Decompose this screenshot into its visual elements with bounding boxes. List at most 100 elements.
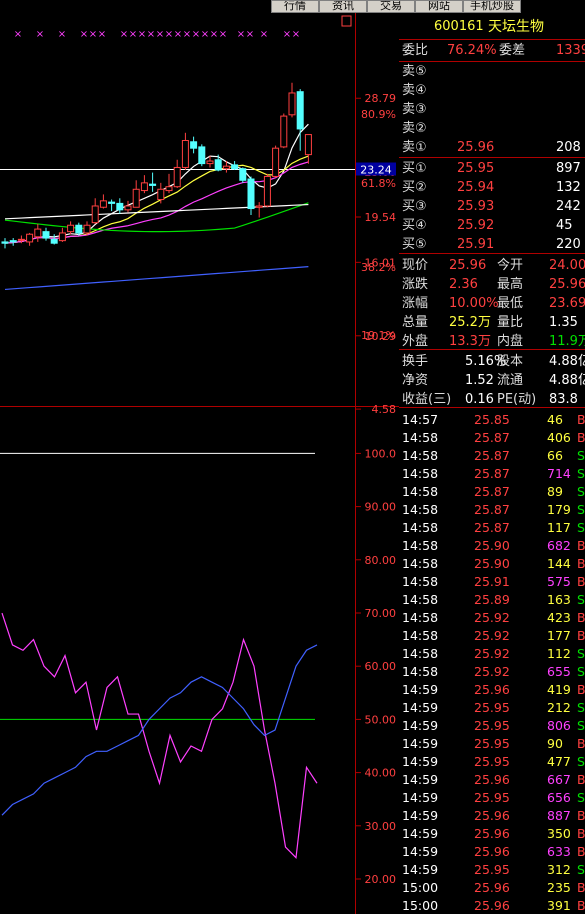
candle-body xyxy=(149,183,157,186)
stock-code: 600161 xyxy=(434,19,484,34)
candle xyxy=(272,145,280,178)
sell-level: 卖① 25.96 208 xyxy=(399,139,585,157)
sell-level-volume: 208 xyxy=(556,140,581,155)
buy-level-price: 25.95 xyxy=(457,161,495,176)
signal-marker: × xyxy=(165,29,173,40)
tick-volume: 46 xyxy=(547,412,563,427)
candle xyxy=(173,159,181,188)
tick-side: B xyxy=(577,628,585,643)
tick-volume: 177 xyxy=(547,628,571,643)
fib-percent-label: 38.2% xyxy=(361,261,396,274)
candle-body xyxy=(198,146,206,165)
candle-body xyxy=(181,139,189,168)
tick-time: 14:58 xyxy=(402,592,439,607)
tick-price: 25.87 xyxy=(474,430,510,445)
tick-side: B xyxy=(577,556,585,571)
tick-row: 14:59 25.95 312 S xyxy=(399,861,585,879)
tick-side: B xyxy=(577,880,585,895)
tick-time: 14:58 xyxy=(402,502,439,517)
indicator-tick-label: 40.00 xyxy=(365,767,397,780)
tick-row: 14:59 25.95 477 S xyxy=(399,753,585,771)
tick-row: 14:58 25.87 66 S xyxy=(399,447,585,465)
tab-market[interactable]: 行情 xyxy=(271,0,319,13)
indicator-tick-label: 50.00 xyxy=(365,713,397,726)
quote-label: 今开 xyxy=(497,258,524,273)
sell-level: 卖④ xyxy=(399,82,585,100)
tick-volume: 575 xyxy=(547,574,571,589)
tick-time: 14:58 xyxy=(402,430,439,445)
tick-time: 14:59 xyxy=(402,826,439,841)
tick-row: 14:59 25.95 806 S xyxy=(399,717,585,735)
tick-price: 25.87 xyxy=(474,448,510,463)
tick-row: 14:58 25.91 575 B xyxy=(399,573,585,591)
sell-level-label: 卖③ xyxy=(402,102,427,117)
top-tab-bar: 行情 资讯 交易 网站 手机炒股 xyxy=(0,0,585,13)
sell-level-price: 25.96 xyxy=(457,140,495,155)
tab-website[interactable]: 网站 xyxy=(415,0,463,13)
signal-marker: × xyxy=(283,29,291,40)
buy-level: 买① 25.95 897 xyxy=(399,160,585,178)
tick-price: 25.95 xyxy=(474,718,510,733)
corner-box xyxy=(341,15,352,27)
tick-time: 14:58 xyxy=(402,520,439,535)
tick-row: 15:00 25.96 391 B xyxy=(399,897,585,914)
tick-volume: 477 xyxy=(547,754,571,769)
tick-side: S xyxy=(577,484,585,499)
tick-row: 14:58 25.87 117 S xyxy=(399,519,585,537)
fundamental-value: 4.88亿 xyxy=(549,373,585,388)
signal-marker: × xyxy=(183,29,191,40)
candle-body xyxy=(1,241,9,244)
candle-body xyxy=(296,91,304,130)
candle-body xyxy=(190,141,198,149)
candle xyxy=(116,198,124,214)
chart-area[interactable]: 28.7923.0619.5416.0110.294.5880.9%61.8%3… xyxy=(0,13,399,914)
tick-side: S xyxy=(577,502,585,517)
candle-body xyxy=(157,188,165,201)
candle-body xyxy=(75,224,83,234)
indicator-tick-label: 90.00 xyxy=(365,501,397,514)
tick-row: 14:59 25.95 212 S xyxy=(399,699,585,717)
tab-mobile[interactable]: 手机炒股 xyxy=(463,0,521,13)
tick-price: 25.95 xyxy=(474,754,510,769)
tick-price: 25.96 xyxy=(474,682,510,697)
quote-value: 25.96 xyxy=(549,277,585,292)
buy-level-price: 25.92 xyxy=(457,218,495,233)
tab-trade[interactable]: 交易 xyxy=(367,0,415,13)
tick-row: 14:58 25.90 682 B xyxy=(399,537,585,555)
tick-volume: 423 xyxy=(547,610,571,625)
candle xyxy=(181,132,189,171)
tick-row: 14:57 25.85 46 B xyxy=(399,411,585,429)
tick-row: 14:58 25.89 163 S xyxy=(399,591,585,609)
tick-row: 14:59 25.96 350 B xyxy=(399,825,585,843)
tab-news[interactable]: 资讯 xyxy=(319,0,367,13)
tick-price: 25.96 xyxy=(474,898,510,913)
tick-row: 14:59 25.96 633 B xyxy=(399,843,585,861)
candle-body xyxy=(26,233,34,243)
tick-volume: 406 xyxy=(547,430,571,445)
signal-marker: × xyxy=(210,29,218,40)
quote-row: 总量 25.2万 量比 1.35 xyxy=(399,314,585,332)
tick-volume: 391 xyxy=(547,898,571,913)
tick-side: B xyxy=(577,808,585,823)
tick-price: 25.96 xyxy=(474,826,510,841)
tick-row: 14:58 25.87 406 B xyxy=(399,429,585,447)
price-tick-label: 4.58 xyxy=(372,403,397,416)
quote-label: 总量 xyxy=(402,315,429,330)
tick-price: 25.96 xyxy=(474,808,510,823)
wei-cha-label: 委差 xyxy=(499,43,526,58)
quote-value: 2.36 xyxy=(449,277,478,292)
candle xyxy=(83,221,91,236)
tick-time: 14:59 xyxy=(402,700,439,715)
tick-price: 25.87 xyxy=(474,484,510,499)
signal-marker: × xyxy=(120,29,128,40)
tick-row: 14:59 25.95 90 B xyxy=(399,735,585,753)
sell-level-label: 卖① xyxy=(402,140,427,155)
tick-side: B xyxy=(577,736,585,751)
tick-time: 14:58 xyxy=(402,628,439,643)
indicator-tick-label: 100.0 xyxy=(365,447,397,460)
candle-body xyxy=(91,205,99,224)
tick-volume: 633 xyxy=(547,844,571,859)
tick-volume: 714 xyxy=(547,466,571,481)
signal-marker: × xyxy=(237,29,245,40)
tick-row: 14:58 25.92 112 S xyxy=(399,645,585,663)
